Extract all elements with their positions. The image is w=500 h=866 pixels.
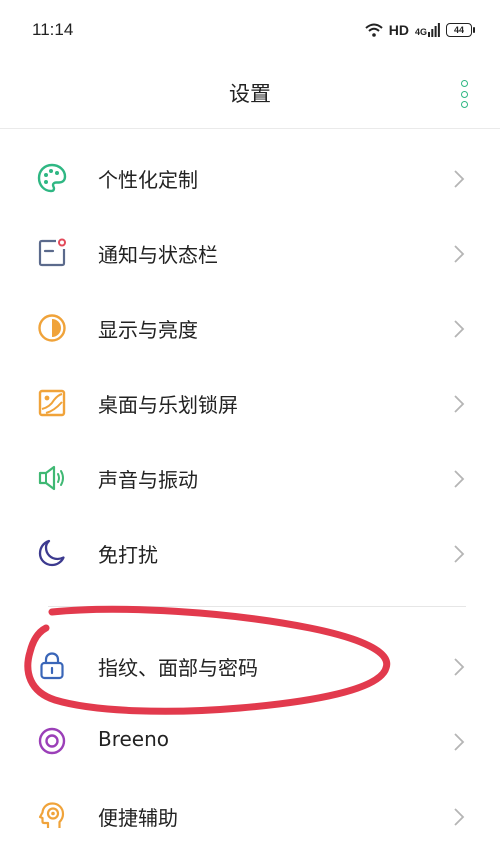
status-time: 11:14 <box>32 20 74 39</box>
settings-item-display[interactable]: 显示与亮度 <box>0 290 500 365</box>
wallpaper-icon <box>38 389 66 417</box>
moon-icon <box>38 539 65 567</box>
settings-item-label: 免打扰 <box>98 543 158 567</box>
settings-item-label: 个性化定制 <box>98 168 198 192</box>
chevron-right-icon <box>454 245 465 263</box>
palette-icon <box>37 163 67 193</box>
more-dot-icon <box>460 90 468 98</box>
status-bar: 11:14 HD 4G 44 <box>0 0 500 56</box>
network-type: 4G <box>414 27 427 37</box>
chevron-right-icon <box>454 170 465 188</box>
settings-item-breeno[interactable]: Breeno <box>0 703 500 778</box>
wifi-icon <box>365 23 383 37</box>
chevron-right-icon <box>454 470 465 488</box>
brightness-icon <box>38 314 66 342</box>
settings-item-notifications[interactable]: 通知与状态栏 <box>0 215 500 290</box>
settings-item-label: 声音与振动 <box>98 468 198 492</box>
signal-group: 4G <box>415 23 440 37</box>
settings-item-do-not-disturb[interactable]: 免打扰 <box>0 515 500 590</box>
chevron-right-icon <box>454 733 465 751</box>
chevron-right-icon <box>454 320 465 338</box>
chevron-right-icon <box>454 545 465 563</box>
settings-item-label: 便捷辅助 <box>98 806 178 830</box>
chevron-right-icon <box>454 658 465 676</box>
lock-icon <box>40 652 64 680</box>
settings-item-label: 显示与亮度 <box>98 318 198 342</box>
settings-item-sound[interactable]: 声音与振动 <box>0 440 500 515</box>
settings-item-home-lock-screen[interactable]: 桌面与乐划锁屏 <box>0 365 500 440</box>
battery-indicator: 44 <box>446 23 475 37</box>
settings-item-label: Breeno <box>98 727 170 751</box>
more-options-button[interactable] <box>454 80 474 108</box>
breeno-icon <box>38 727 66 755</box>
signal-icon <box>428 23 440 37</box>
settings-item-convenience[interactable]: 便捷辅助 <box>0 778 500 853</box>
group-divider <box>48 606 466 607</box>
status-icons: HD 4G 44 <box>365 20 475 40</box>
settings-item-label: 通知与状态栏 <box>98 243 218 267</box>
hd-indicator: HD <box>388 22 409 38</box>
title-divider <box>0 128 500 129</box>
more-dot-icon <box>460 80 468 87</box>
page-title: 设置 <box>229 82 271 106</box>
more-dot-icon <box>460 101 468 108</box>
settings-item-label: 桌面与乐划锁屏 <box>98 393 238 417</box>
settings-item-fingerprint-face-password[interactable]: 指纹、面部与密码 <box>0 628 500 703</box>
chevron-right-icon <box>454 395 465 413</box>
notification-icon <box>38 238 66 267</box>
settings-item-label: 指纹、面部与密码 <box>98 656 258 680</box>
speaker-icon <box>38 465 64 491</box>
assist-head-icon <box>38 802 65 828</box>
title-bar: 设置 <box>0 56 500 128</box>
chevron-right-icon <box>454 808 465 826</box>
settings-item-personalization[interactable]: 个性化定制 <box>0 140 500 215</box>
